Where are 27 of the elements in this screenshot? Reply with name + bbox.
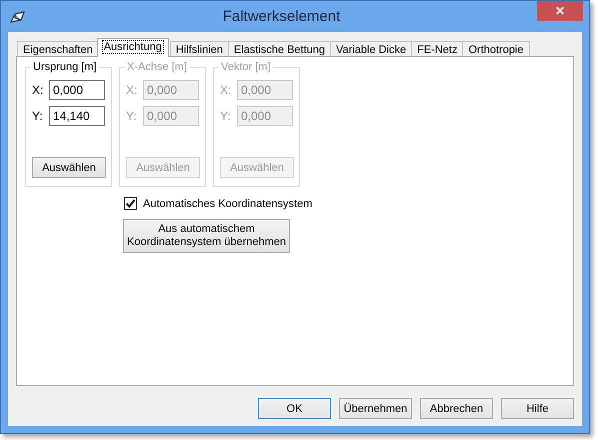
input-field[interactable]: 14,140 (49, 106, 105, 126)
tab[interactable]: Eigenschaften (17, 41, 99, 57)
field-label: Y: (220, 109, 232, 123)
checkbox[interactable] (124, 197, 137, 210)
close-button[interactable]: ✕ (537, 1, 583, 21)
window-title: Faltwerkselement (222, 8, 342, 25)
field-label: X: (126, 83, 138, 97)
dialog-button[interactable]: Hilfe (501, 398, 574, 419)
tab[interactable]: Hilfslinien (170, 41, 229, 57)
tab[interactable]: Ausrichtung (96, 38, 169, 57)
dialog-button[interactable]: Abbrechen (420, 398, 493, 419)
dialog-button[interactable]: OK (258, 398, 331, 419)
dialog-button[interactable]: Übernehmen (339, 398, 412, 419)
tab[interactable]: Orthotropie (462, 41, 530, 57)
app-icon (10, 10, 26, 24)
field-label: Y: (126, 109, 138, 123)
field-label: X: (32, 83, 44, 97)
apply-button[interactable]: Aus automatischem Koordinatensystem übernehmen (123, 219, 290, 253)
select-button[interactable]: Auswählen (32, 157, 106, 178)
input-field[interactable]: 0,000 (49, 80, 105, 100)
group-title: Vektor [m] (219, 61, 273, 73)
field-label: X: (220, 83, 232, 97)
tab[interactable]: Elastische Bettung (228, 41, 332, 57)
group-title: Ursprung [m] (31, 61, 99, 73)
checkbox-label: Automatisches Koordinatensystem (143, 198, 312, 210)
field-label: Y: (32, 109, 44, 123)
group-title: X-Achse [m] (125, 61, 189, 73)
